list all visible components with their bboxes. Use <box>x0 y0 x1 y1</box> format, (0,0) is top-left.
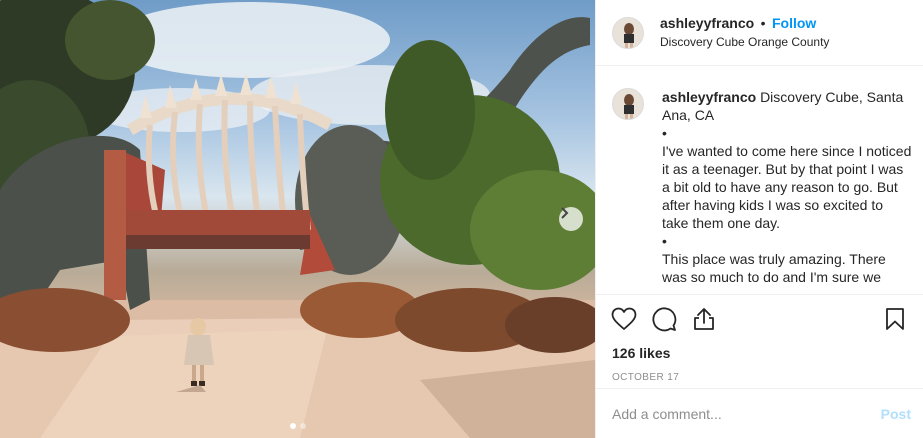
post-header: ashleyyfranco • Follow Discovery Cube Or… <box>596 0 923 66</box>
next-slide-button[interactable] <box>559 207 583 231</box>
comment-icon <box>652 307 677 332</box>
follow-button[interactable]: Follow <box>772 15 816 31</box>
share-icon <box>694 308 714 330</box>
separator-dot: • <box>760 15 766 31</box>
share-button[interactable] <box>690 305 718 333</box>
caption-line: • <box>662 233 667 249</box>
comment-input[interactable] <box>612 405 881 422</box>
post-comment-button[interactable]: Post <box>881 406 911 422</box>
post-date[interactable]: OCTOBER 17 <box>596 372 923 383</box>
post-actions: 126 likes OCTOBER 17 <box>596 294 923 383</box>
avatar-image <box>613 89 643 119</box>
location-link[interactable]: Discovery Cube Orange County <box>660 33 829 51</box>
heart-icon <box>611 307 637 330</box>
save-button[interactable] <box>881 305 909 333</box>
dinosaur-park-photo <box>0 0 595 438</box>
carousel-dot <box>289 423 296 429</box>
caption-line: I've wanted to come here since I noticed… <box>662 143 912 231</box>
caption-line: This place was truly amazing. There was … <box>662 251 886 284</box>
avatar-image <box>613 17 643 48</box>
post-header-text: ashleyyfranco • Follow Discovery Cube Or… <box>660 14 829 51</box>
username-link[interactable]: ashleyyfranco <box>660 15 754 31</box>
post-photo[interactable] <box>0 0 595 438</box>
action-icons <box>596 295 923 343</box>
carousel-dot <box>299 423 306 429</box>
carousel-indicator <box>0 423 595 429</box>
avatar[interactable] <box>612 16 644 49</box>
likes-count[interactable]: 126 likes <box>596 343 923 363</box>
caption-text: ashleyyfranco Discovery Cube, Santa Ana,… <box>662 88 913 284</box>
post-details-panel: ashleyyfranco • Follow Discovery Cube Or… <box>595 0 923 438</box>
caption-line: • <box>662 125 667 141</box>
like-button[interactable] <box>610 305 638 333</box>
caption-avatar[interactable] <box>612 88 644 120</box>
caption-username-link[interactable]: ashleyyfranco <box>662 89 756 105</box>
chevron-right-icon <box>561 207 569 219</box>
comment-button[interactable] <box>650 305 678 333</box>
comment-form: Post <box>596 388 923 438</box>
bookmark-icon <box>886 308 904 330</box>
caption: ashleyyfranco Discovery Cube, Santa Ana,… <box>612 88 913 284</box>
